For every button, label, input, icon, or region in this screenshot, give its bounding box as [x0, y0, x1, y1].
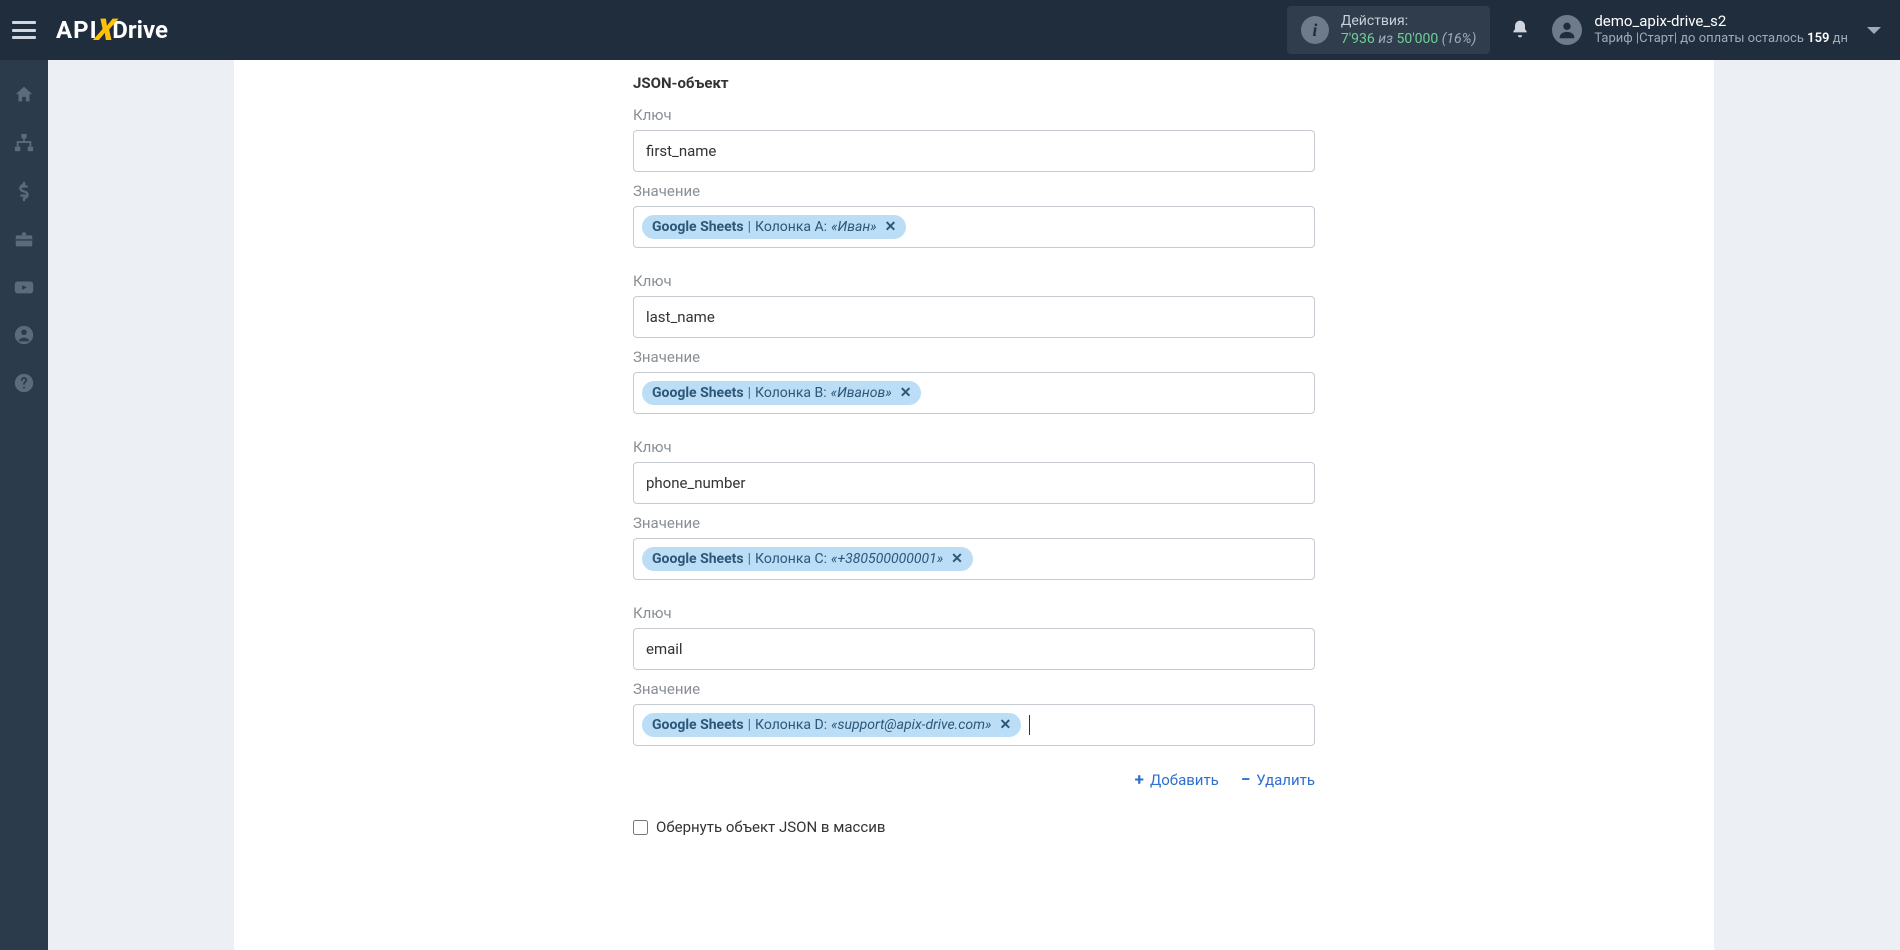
wrap-array-label: Обернуть объект JSON в массив: [656, 818, 885, 836]
chip-remove-icon[interactable]: ✕: [900, 385, 912, 401]
username: demo_apix-drive_s2: [1594, 12, 1848, 32]
sidebar: [0, 60, 48, 950]
source-chip[interactable]: Google Sheets|Колонка D: «support@apix-d…: [642, 713, 1021, 737]
notifications-icon[interactable]: [1510, 19, 1530, 41]
value-label: Значение: [633, 680, 1315, 698]
briefcase-icon[interactable]: [13, 228, 35, 250]
menu-toggle-icon[interactable]: [12, 21, 36, 39]
value-input[interactable]: Google Sheets|Колонка C: «+380500000001»…: [633, 538, 1315, 580]
value-input[interactable]: Google Sheets|Колонка B: «Иванов»✕: [633, 372, 1315, 414]
actions-limit: 50'000: [1396, 31, 1438, 47]
home-icon[interactable]: [13, 84, 35, 106]
chevron-down-icon[interactable]: [1866, 21, 1882, 40]
caret: [1029, 715, 1030, 735]
info-icon: i: [1301, 16, 1329, 44]
wrap-array-checkbox[interactable]: [633, 820, 648, 835]
key-input[interactable]: [633, 628, 1315, 670]
section-title: JSON-объект: [633, 74, 1315, 92]
wrap-array-row[interactable]: Обернуть объект JSON в массив: [633, 818, 1315, 836]
delete-button[interactable]: −Удалить: [1241, 770, 1315, 790]
source-chip[interactable]: Google Sheets|Колонка C: «+380500000001»…: [642, 547, 973, 571]
logo[interactable]: APIXDrive: [56, 13, 168, 48]
actions-counter[interactable]: i Действия: 7'936 из 50'000 (16%): [1287, 6, 1491, 54]
actions-of: из: [1378, 31, 1393, 47]
tariff-line: Тариф |Старт| до оплаты осталось 159 дн: [1594, 31, 1848, 48]
source-chip[interactable]: Google Sheets|Колонка B: «Иванов»✕: [642, 381, 921, 405]
chip-remove-icon[interactable]: ✕: [951, 551, 963, 567]
actions-label: Действия:: [1341, 12, 1477, 30]
connections-icon[interactable]: [13, 132, 35, 154]
value-label: Значение: [633, 182, 1315, 200]
user-block[interactable]: demo_apix-drive_s2 Тариф |Старт| до опла…: [1594, 12, 1848, 48]
billing-icon[interactable]: [13, 180, 35, 202]
value-input[interactable]: Google Sheets|Колонка D: «support@apix-d…: [633, 704, 1315, 746]
actions-percent: (16%): [1442, 31, 1477, 47]
add-button[interactable]: +Добавить: [1135, 770, 1219, 790]
key-label: Ключ: [633, 272, 1315, 290]
topbar: APIXDrive i Действия: 7'936 из 50'000 (1…: [0, 0, 1900, 60]
chip-remove-icon[interactable]: ✕: [885, 219, 897, 235]
key-input[interactable]: [633, 130, 1315, 172]
page-card: JSON-объект Ключ Значение Google Sheets|Ко…: [234, 60, 1714, 950]
key-label: Ключ: [633, 604, 1315, 622]
value-label: Значение: [633, 514, 1315, 532]
value-input[interactable]: Google Sheets|Колонка A: «Иван»✕: [633, 206, 1315, 248]
help-icon[interactable]: [13, 372, 35, 394]
value-label: Значение: [633, 348, 1315, 366]
key-label: Ключ: [633, 106, 1315, 124]
avatar-icon[interactable]: [1552, 15, 1582, 45]
key-input[interactable]: [633, 462, 1315, 504]
actions-used: 7'936: [1341, 31, 1375, 47]
video-icon[interactable]: [13, 276, 35, 298]
profile-icon[interactable]: [13, 324, 35, 346]
chip-remove-icon[interactable]: ✕: [999, 717, 1011, 733]
key-input[interactable]: [633, 296, 1315, 338]
source-chip[interactable]: Google Sheets|Колонка A: «Иван»✕: [642, 215, 906, 239]
content-area: JSON-объект Ключ Значение Google Sheets|Ко…: [48, 60, 1900, 950]
key-label: Ключ: [633, 438, 1315, 456]
